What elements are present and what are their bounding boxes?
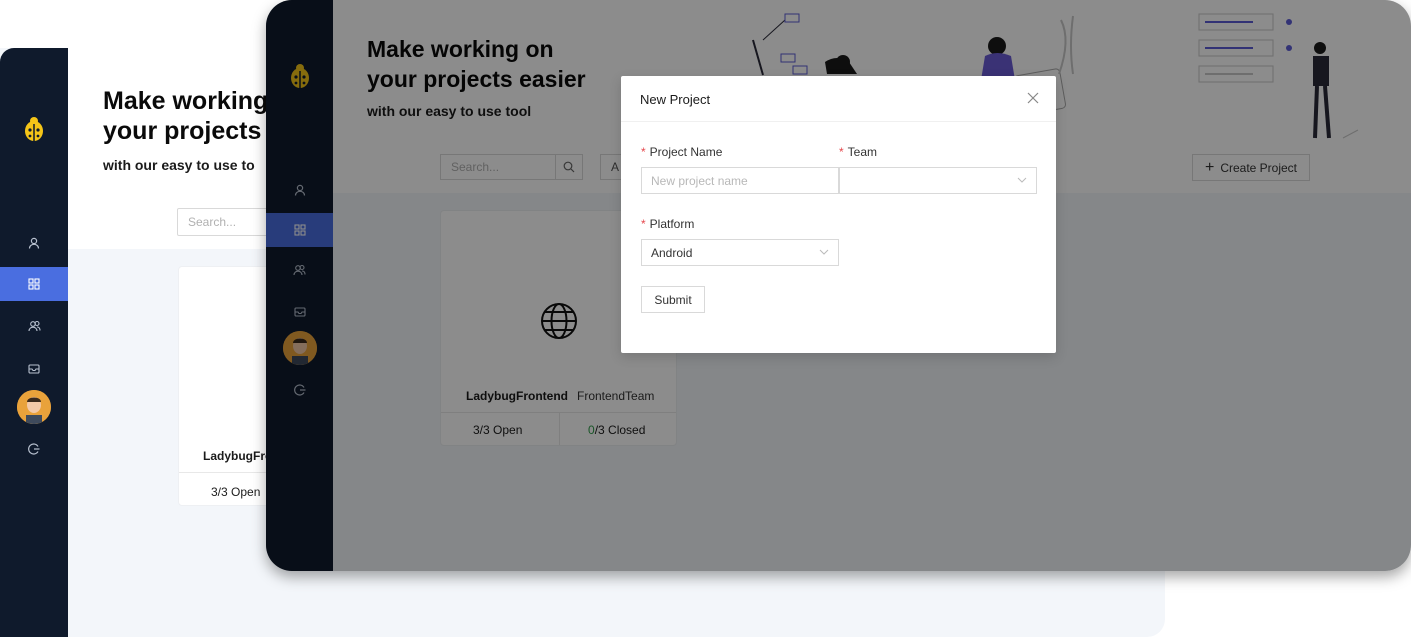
- logout-icon[interactable]: [0, 432, 68, 466]
- sidebar: [0, 48, 68, 637]
- hero-title: Make working your projects: [103, 86, 268, 146]
- hero-title-line1: Make working: [103, 87, 269, 115]
- hero-title-line2: your projects: [103, 117, 262, 145]
- close-icon[interactable]: [1026, 91, 1040, 105]
- chevron-down-icon: [819, 249, 829, 255]
- foreground-app-window: Make working on your projects easier wit…: [266, 0, 1411, 571]
- open-issues: 3/3 Open: [211, 485, 260, 499]
- team-icon[interactable]: [0, 309, 68, 343]
- platform-value: Android: [651, 246, 693, 260]
- projects-grid-icon[interactable]: [0, 267, 68, 301]
- open-count: 3/3: [211, 485, 228, 499]
- team-label-text: Team: [847, 145, 878, 159]
- required-mark: *: [839, 145, 844, 159]
- submit-button[interactable]: Submit: [641, 286, 705, 313]
- platform-label-text: Platform: [649, 217, 695, 231]
- modal-header: New Project: [621, 76, 1056, 122]
- required-mark: *: [641, 217, 646, 231]
- chevron-down-icon: [1017, 177, 1027, 183]
- hero-subtitle: with our easy to use to: [103, 157, 255, 173]
- modal-title: New Project: [640, 92, 711, 107]
- team-select[interactable]: [839, 167, 1037, 194]
- avatar[interactable]: [17, 390, 51, 424]
- project-name: LadybugFro: [203, 449, 273, 463]
- user-icon[interactable]: [0, 226, 68, 260]
- project-name-label: * Project Name: [641, 145, 722, 159]
- platform-label: * Platform: [641, 217, 694, 231]
- platform-select[interactable]: Android: [641, 239, 839, 266]
- team-label: * Team: [839, 145, 877, 159]
- open-label: Open: [231, 485, 261, 499]
- project-name-label-text: Project Name: [649, 145, 723, 159]
- inbox-icon[interactable]: [0, 351, 68, 385]
- new-project-modal: New Project * Project Name New project na…: [621, 76, 1056, 353]
- ladybug-logo-icon: [25, 117, 43, 141]
- project-name-placeholder: New project name: [651, 174, 748, 188]
- required-mark: *: [641, 145, 646, 159]
- project-name-input[interactable]: New project name: [641, 167, 839, 194]
